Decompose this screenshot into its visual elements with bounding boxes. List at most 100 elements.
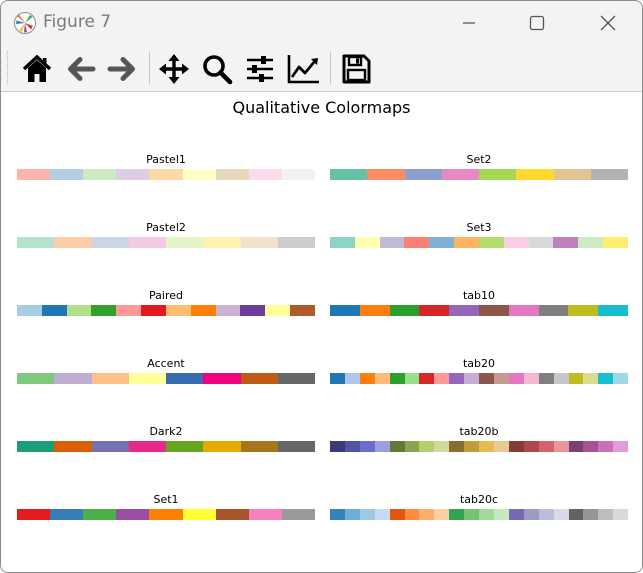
color-swatch (83, 509, 117, 520)
color-swatch (449, 509, 465, 520)
colormap-strip (330, 237, 628, 248)
color-swatch (54, 237, 92, 248)
color-swatch (91, 305, 117, 316)
color-swatch (149, 169, 183, 180)
color-swatch (215, 169, 249, 180)
configure-subplots-button[interactable] (241, 50, 279, 86)
color-swatch (516, 169, 554, 180)
color-swatch (493, 509, 509, 520)
color-swatch (248, 169, 282, 180)
color-swatch (17, 441, 55, 452)
color-swatch (419, 441, 435, 452)
color-swatch (290, 305, 315, 316)
colormap-name: tab20b (459, 425, 499, 438)
colormap-strip (17, 509, 315, 520)
save-button[interactable] (337, 50, 375, 86)
colormap-name: Set2 (466, 153, 492, 166)
line-chart-icon (287, 55, 319, 84)
color-swatch (17, 237, 55, 248)
toolbar-grip[interactable] (7, 51, 11, 85)
color-swatch (149, 509, 183, 520)
color-swatch (479, 509, 494, 520)
color-swatch (128, 373, 166, 384)
colormap-strip (330, 441, 629, 452)
colormap-strip (17, 441, 315, 452)
color-swatch (583, 373, 599, 384)
color-swatch (166, 237, 204, 248)
color-swatch (66, 305, 92, 316)
color-swatch (613, 509, 629, 520)
color-swatch (568, 441, 584, 452)
color-swatch (330, 441, 345, 452)
back-button[interactable] (62, 50, 100, 86)
color-swatch (441, 169, 479, 180)
color-swatch (449, 373, 465, 384)
color-swatch (389, 305, 420, 316)
colormap-strip (17, 305, 315, 316)
color-swatch (479, 373, 494, 384)
colormap-name: Set3 (466, 221, 492, 234)
color-swatch (404, 509, 420, 520)
color-swatch (248, 509, 282, 520)
color-swatch (598, 509, 614, 520)
move-icon (159, 54, 189, 84)
edit-axes-button[interactable] (284, 50, 322, 86)
color-swatch (553, 169, 591, 180)
color-swatch (404, 169, 442, 180)
color-swatch (330, 237, 355, 248)
color-swatch (359, 509, 375, 520)
color-swatch (568, 305, 599, 316)
color-swatch (277, 237, 315, 248)
minimize-button[interactable] (446, 7, 492, 39)
color-swatch (277, 373, 315, 384)
color-swatch (528, 237, 554, 248)
figure-canvas[interactable]: Qualitative Colormaps Pastel1 Set2 Pastel2… (1, 92, 642, 572)
home-button[interactable] (18, 50, 56, 86)
forward-button[interactable] (103, 50, 141, 86)
title-bar[interactable]: Figure 7 (1, 1, 642, 45)
colormap-strip (17, 373, 315, 384)
color-swatch (523, 509, 539, 520)
color-swatch (538, 305, 569, 316)
color-swatch (464, 373, 480, 384)
color-swatch (590, 169, 628, 180)
color-swatch (116, 305, 142, 316)
pan-button[interactable] (155, 50, 193, 86)
color-swatch (553, 509, 569, 520)
toolbar-separator (330, 51, 331, 85)
color-swatch (215, 509, 249, 520)
navigation-toolbar (1, 45, 642, 92)
color-swatch (182, 169, 216, 180)
color-swatch (203, 237, 241, 248)
color-swatch (182, 509, 216, 520)
zoom-button[interactable] (198, 50, 236, 86)
color-swatch (389, 509, 405, 520)
colormap-strip (17, 169, 315, 180)
color-swatch (281, 509, 315, 520)
floppy-disk-icon (342, 54, 371, 84)
color-swatch (277, 441, 315, 452)
color-swatch (203, 441, 241, 452)
color-swatch (128, 441, 166, 452)
color-swatch (613, 441, 629, 452)
color-swatch (344, 373, 360, 384)
color-swatch (50, 169, 84, 180)
maximize-button[interactable] (514, 7, 560, 39)
color-swatch (538, 441, 554, 452)
color-swatch (478, 305, 509, 316)
sliders-icon (247, 56, 273, 82)
color-swatch (449, 305, 479, 316)
color-swatch (330, 169, 368, 180)
close-button[interactable] (585, 7, 631, 39)
colormap-strip (330, 305, 628, 316)
color-swatch (354, 237, 380, 248)
color-swatch (240, 305, 266, 316)
color-swatch (91, 237, 129, 248)
color-swatch (583, 441, 599, 452)
color-swatch (479, 441, 494, 452)
color-swatch (503, 237, 529, 248)
minimize-icon (463, 22, 475, 24)
figure-title: Qualitative Colormaps (232, 98, 411, 117)
magnifier-icon (203, 55, 233, 85)
color-swatch (344, 441, 360, 452)
